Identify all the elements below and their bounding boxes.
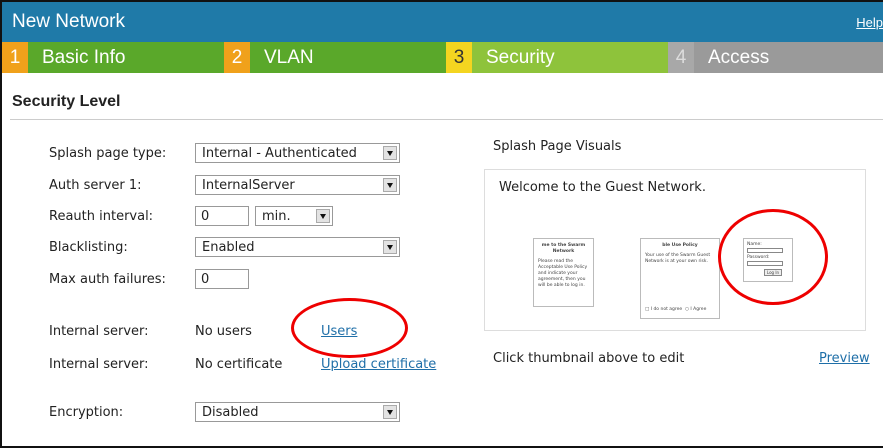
- mini-name-field: [747, 248, 783, 253]
- thumbnail-hint: Click thumbnail above to edit: [493, 351, 685, 366]
- wizard-steps: 1 Basic Info 2 VLAN 3 Security 4 Access: [2, 42, 883, 73]
- help-link[interactable]: Help: [856, 15, 883, 30]
- max-auth-failures-input[interactable]: 0: [195, 269, 249, 289]
- step-number: 1: [2, 42, 28, 73]
- upload-certificate-link[interactable]: Upload certificate: [321, 357, 436, 372]
- blacklisting-label: Blacklisting:: [49, 240, 128, 255]
- auth-server-select[interactable]: InternalServer: [195, 175, 400, 195]
- agree-option: ○ I Agree: [685, 307, 707, 312]
- chevron-down-icon: [383, 405, 397, 419]
- chevron-down-icon: [383, 146, 397, 160]
- encryption-label: Encryption:: [49, 405, 124, 420]
- mini-password-field: [747, 261, 783, 266]
- splash-page-type-label: Splash page type:: [49, 146, 167, 161]
- thumbnail-heading: ble Use Policy: [662, 243, 698, 248]
- thumbnail-body: Please read the Acceptable Use Policy an…: [538, 259, 588, 288]
- users-status: No users: [195, 324, 252, 339]
- splash-visuals-title: Splash Page Visuals: [493, 139, 622, 154]
- mini-login-button: Log In: [764, 269, 782, 276]
- internal-server-cert-label: Internal server:: [49, 357, 149, 372]
- thumbnail-policy[interactable]: ble Use Policy Your use of the Swarm Gue…: [640, 238, 720, 319]
- step-vlan[interactable]: 2 VLAN: [224, 42, 446, 73]
- thumbnail-body: Your use of the Swarm Guest Network is a…: [645, 253, 711, 264]
- users-link[interactable]: Users: [321, 324, 357, 339]
- step-label: Security: [486, 46, 555, 68]
- title-bar: New Network Help: [2, 2, 883, 42]
- step-security[interactable]: 3 Security: [446, 42, 668, 73]
- auth-server-label: Auth server 1:: [49, 178, 142, 193]
- step-number: 2: [224, 42, 250, 73]
- step-access[interactable]: 4 Access: [668, 42, 883, 73]
- select-value: Enabled: [202, 240, 255, 255]
- chevron-down-icon: [383, 178, 397, 192]
- splash-page-type-select[interactable]: Internal - Authenticated: [195, 143, 400, 163]
- step-label: Basic Info: [42, 46, 126, 68]
- max-auth-failures-label: Max auth failures:: [49, 272, 166, 287]
- step-label: VLAN: [264, 46, 314, 68]
- reauth-unit-select[interactable]: min.: [255, 206, 333, 226]
- select-value: Disabled: [202, 405, 259, 420]
- certificate-status: No certificate: [195, 357, 283, 372]
- splash-visuals-preview: Welcome to the Guest Network. me to the …: [484, 169, 866, 331]
- thumbnail-heading: me to the Swarm Network: [541, 243, 586, 254]
- divider: [10, 119, 883, 120]
- reauth-interval-input[interactable]: 0: [195, 206, 249, 226]
- reauth-interval-label: Reauth interval:: [49, 209, 154, 224]
- select-value: min.: [262, 209, 291, 224]
- welcome-text: Welcome to the Guest Network.: [499, 180, 706, 195]
- chevron-down-icon: [316, 209, 330, 223]
- section-title: Security Level: [12, 93, 121, 110]
- disagree-option: □ I do not agree: [645, 307, 683, 312]
- thumbnail-login[interactable]: Name: Password: Log In: [743, 238, 793, 282]
- chevron-down-icon: [383, 240, 397, 254]
- step-label: Access: [708, 46, 770, 68]
- new-network-panel: New Network Help 1 Basic Info 2 VLAN 3 S…: [0, 0, 883, 448]
- step-basic-info[interactable]: 1 Basic Info: [2, 42, 224, 73]
- page-title: New Network: [12, 11, 125, 32]
- thumbnail-welcome[interactable]: me to the Swarm Network Please read the …: [533, 238, 594, 307]
- internal-server-users-label: Internal server:: [49, 324, 149, 339]
- encryption-select[interactable]: Disabled: [195, 402, 400, 422]
- select-value: Internal - Authenticated: [202, 146, 357, 161]
- blacklisting-select[interactable]: Enabled: [195, 237, 400, 257]
- preview-link[interactable]: Preview: [819, 351, 870, 366]
- step-number: 4: [668, 42, 694, 73]
- step-number: 3: [446, 42, 472, 73]
- select-value: InternalServer: [202, 178, 295, 193]
